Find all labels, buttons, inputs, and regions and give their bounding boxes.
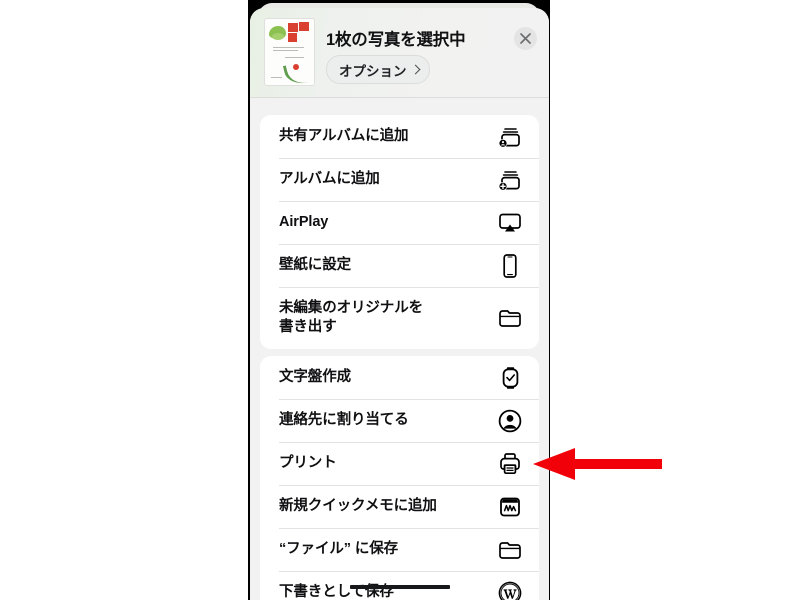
page-title: 1枚の写真を選択中 bbox=[326, 31, 466, 49]
chevron-right-icon bbox=[410, 64, 420, 74]
folder-icon bbox=[497, 537, 523, 563]
menu-item-assign-to-contact[interactable]: 連絡先に割り当てる bbox=[260, 399, 539, 442]
shared-album-add-icon bbox=[497, 124, 523, 150]
menu-item-label: AirPlay bbox=[279, 214, 329, 230]
wordpress-icon bbox=[497, 580, 523, 600]
options-button[interactable]: オプション bbox=[326, 55, 430, 84]
contact-person-icon bbox=[497, 408, 523, 434]
close-button[interactable] bbox=[514, 27, 537, 50]
thumbnail-art-shape bbox=[273, 50, 298, 51]
menu-item-label: “ファイル” に保存 bbox=[279, 541, 399, 557]
share-sheet-header: 1枚の写真を選択中 オプション bbox=[250, 8, 549, 98]
thumbnail-art-shape bbox=[282, 58, 314, 85]
menu-item-create-watch-face[interactable]: 文字盤作成 bbox=[260, 356, 539, 399]
menu-group-secondary: 文字盤作成 連絡先に割り当てる プリント 新規クイックメモに追加 “ファイル” … bbox=[260, 356, 539, 600]
folder-icon bbox=[497, 305, 523, 331]
thumbnail-art-shape bbox=[273, 47, 304, 48]
iphone-wallpaper-icon bbox=[497, 253, 523, 279]
menu-item-label: 壁紙に設定 bbox=[279, 257, 351, 273]
menu-item-add-to-new-quick-note[interactable]: 新規クイックメモに追加 bbox=[260, 485, 539, 528]
thumbnail-art-shape bbox=[299, 22, 309, 31]
thumbnail-art-shape bbox=[288, 23, 298, 32]
thumbnail-art-shape bbox=[293, 64, 299, 70]
menu-item-airplay[interactable]: AirPlay bbox=[260, 201, 539, 244]
menu-item-add-to-album[interactable]: アルバムに追加 bbox=[260, 158, 539, 201]
thumbnail-art-shape bbox=[285, 57, 304, 58]
menu-item-save-to-files[interactable]: “ファイル” に保存 bbox=[260, 528, 539, 571]
red-arrow-annotation bbox=[533, 448, 662, 480]
menu-item-label: 連絡先に割り当てる bbox=[279, 412, 409, 428]
strikethrough-annotation bbox=[350, 585, 450, 589]
menu-item-label: アルバムに追加 bbox=[279, 171, 380, 187]
menu-item-label: プリント bbox=[279, 455, 337, 471]
photo-thumbnail[interactable] bbox=[264, 18, 315, 86]
menu-item-print[interactable]: プリント bbox=[260, 442, 539, 485]
menu-item-label: 未編集のオリジナルを 書き出す bbox=[279, 300, 423, 335]
close-icon bbox=[520, 33, 531, 44]
thumbnail-art-shape bbox=[272, 33, 284, 40]
printer-icon bbox=[497, 451, 523, 477]
menu-item-label: 共有アルバムに追加 bbox=[279, 128, 409, 144]
menu-group-primary: 共有アルバムに追加 アルバムに追加 AirPlay 壁紙に設定 未編集のオリジナ… bbox=[260, 115, 539, 349]
menu-item-label: 文字盤作成 bbox=[279, 369, 351, 385]
menu-item-set-as-wallpaper[interactable]: 壁紙に設定 bbox=[260, 244, 539, 287]
apple-watch-face-icon bbox=[497, 365, 523, 391]
options-button-label: オプション bbox=[339, 63, 407, 79]
album-add-icon bbox=[497, 167, 523, 193]
thumbnail-art-shape bbox=[288, 33, 297, 42]
airplay-icon bbox=[497, 210, 523, 236]
menu-item-label: 新規クイックメモに追加 bbox=[279, 498, 437, 514]
share-sheet: 1枚の写真を選択中 オプション 共有アルバムに追加 アルバムに追加 AirPla… bbox=[250, 8, 549, 600]
quick-note-icon bbox=[497, 494, 523, 520]
menu-item-add-to-shared-album[interactable]: 共有アルバムに追加 bbox=[260, 115, 539, 158]
menu-item-export-unmodified-original[interactable]: 未編集のオリジナルを 書き出す bbox=[260, 287, 539, 349]
thumbnail-art-shape bbox=[271, 77, 282, 78]
